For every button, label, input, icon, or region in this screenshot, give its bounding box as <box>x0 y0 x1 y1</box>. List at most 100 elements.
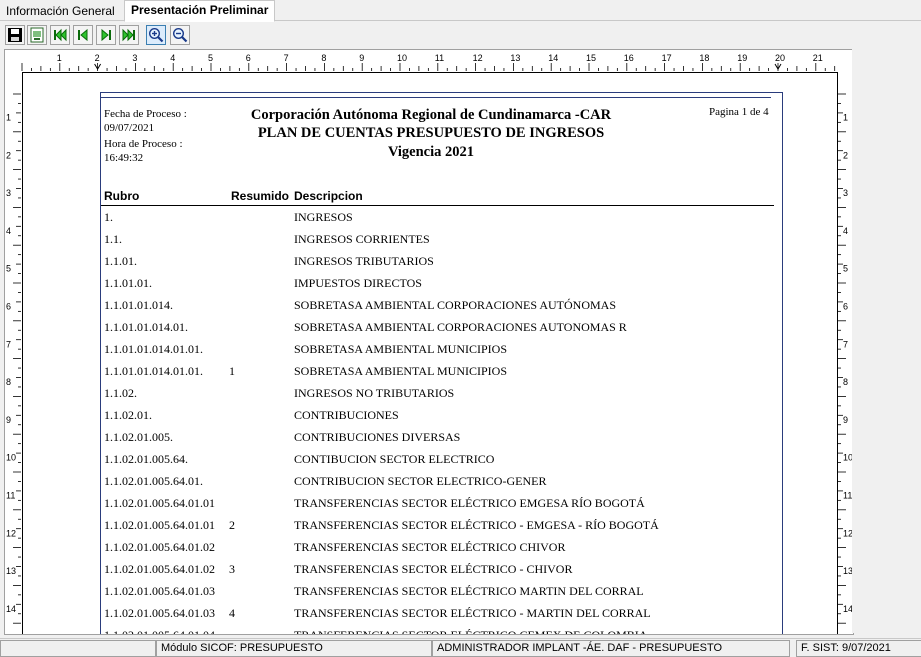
column-header-resumido: Resumido <box>231 189 290 203</box>
ruler-label: 4 <box>843 226 848 236</box>
table-row: 1.1.01.01. IMPUESTOS DIRECTOS <box>101 276 774 292</box>
cell-rubro: 1.1.02.01.005.64.01.01 <box>104 496 215 510</box>
table-row: 1. INGRESOS <box>101 210 774 226</box>
export-button[interactable] <box>27 25 47 45</box>
cell-rubro: 1.1.02.01.005.64. <box>104 452 188 466</box>
column-header-rubro: Rubro <box>104 189 140 203</box>
horizontal-ruler-ticks: 1 2 3 4 5 6 7 8 9 10 11 12 13 14 15 16 17 18 19 20 21 <box>21 53 836 71</box>
table-row: 1.1.02.01.005.64.01.03 4 TRANSFERENCIAS SE… <box>101 606 774 622</box>
cell-rubro: 1.1.01.01.014.01.01. <box>104 364 203 378</box>
table-row: 1.1.01.01.014.01.01. 1 SOBRETASA AMBIENTAL… <box>101 364 774 380</box>
cell-rubro: 1.1.02.01. <box>104 408 152 422</box>
ruler-label: 20 <box>775 53 785 63</box>
ruler-label: 11 <box>843 490 852 500</box>
cell-descripcion: INGRESOS NO TRIBUTARIOS <box>294 386 455 400</box>
table-row: 1.1.02.01.005.64.01.02 TRANSFERENCIAS SEC… <box>101 540 774 556</box>
ruler-label: 1 <box>6 112 11 122</box>
cell-descripcion: TRANSFERENCIAS SECTOR ELÉCTRICO CEMEX DE… <box>294 628 648 635</box>
ruler-label: 16 <box>624 53 634 63</box>
zoom-in-button[interactable] <box>146 25 166 45</box>
tab-informacion-general[interactable]: Información General <box>0 3 121 20</box>
ruler-label: 11 <box>6 490 15 500</box>
ruler-label: 13 <box>510 53 520 63</box>
cell-descripcion: CONTRIBUCION SECTOR ELECTRICO-GENER <box>294 474 547 488</box>
zoom-out-button[interactable] <box>170 25 190 45</box>
cell-resumido: 1 <box>229 364 235 378</box>
cell-rubro: 1.1.02. <box>104 386 137 400</box>
cell-rubro: 1.1.02.01.005.64.01.03 <box>104 584 215 598</box>
status-bar: Módulo SICOF: PRESUPUESTO ADMINISTRADOR … <box>0 638 921 657</box>
previous-page-button[interactable] <box>73 25 93 45</box>
cell-rubro: 1.1.02.01.005.64.01. <box>104 474 203 488</box>
page-counter: Pagina 1 de 4 <box>709 106 769 118</box>
ruler-label: 5 <box>6 264 11 274</box>
fecha-proceso-label: Fecha de Proceso : <box>104 108 187 120</box>
ruler-label: 11 <box>435 53 444 63</box>
ruler-label: 5 <box>208 53 213 63</box>
ruler-label: 19 <box>737 53 747 63</box>
ruler-label: 1 <box>57 53 62 63</box>
ruler-label: 14 <box>548 53 558 63</box>
table-row: 1.1. INGRESOS CORRIENTES <box>101 232 774 248</box>
cell-rubro: 1.1.01.01. <box>104 276 152 290</box>
report-title-org: Corporación Autónoma Regional de Cundina… <box>250 107 612 123</box>
tab-presentacion-preliminar[interactable]: Presentación Preliminar <box>124 0 276 22</box>
table-row: 1.1.02.01.005.64.01.01 2 TRANSFERENCIAS SE… <box>101 518 774 534</box>
table-row: 1.1.02.01.005.64.01.03 TRANSFERENCIAS SEC… <box>101 584 774 600</box>
table-row: 1.1.01.01.014. SOBRETASA AMBIENTAL CORPOR… <box>101 298 774 314</box>
report-page: Fecha de Proceso : 09/07/2021 Hora de Pr… <box>100 92 783 635</box>
table-row: 1.1.02.01.005.64.01.02 3 TRANSFERENCIAS SE… <box>101 562 774 578</box>
cell-descripcion: IMPUESTOS DIRECTOS <box>294 276 422 290</box>
status-date: F. SIST: 9/07/2021 <box>796 640 921 657</box>
next-page-button[interactable] <box>96 25 116 45</box>
ruler-label: 2 <box>6 150 11 160</box>
report-preview-pane[interactable]: 1 2 3 4 5 6 7 8 9 10 11 12 13 14 15 16 17 18 19 20 21 123456… <box>4 49 854 635</box>
table-row: 1.1.02.01.005.64.01. CONTRIBUCION SECTOR … <box>101 474 774 490</box>
ruler-label: 9 <box>6 415 11 425</box>
ruler-label: 4 <box>170 53 175 63</box>
header-rule <box>101 205 774 206</box>
table-row: 1.1.02. INGRESOS NO TRIBUTARIOS <box>101 386 774 402</box>
cell-descripcion: TRANSFERENCIAS SECTOR ELÉCTRICO - CHIVOR <box>294 562 573 576</box>
cell-descripcion: INGRESOS CORRIENTES <box>294 232 430 246</box>
report-title-vigencia: Vigencia 2021 <box>387 144 475 160</box>
ruler-label: 12 <box>6 528 16 538</box>
cell-rubro: 1.1.02.01.005.64.01.02 <box>104 562 215 576</box>
table-row: 1.1.01. INGRESOS TRIBUTARIOS <box>101 254 774 270</box>
ruler-label: 2 <box>95 53 100 63</box>
cell-rubro: 1.1.02.01.005.64.01.02 <box>104 540 215 554</box>
ruler-label: 15 <box>586 53 596 63</box>
report-title-plan: PLAN DE CUENTAS PRESUPUESTO DE INGRESOS <box>257 125 605 141</box>
cell-descripcion: CONTRIBUCIONES <box>294 408 399 422</box>
table-row: 1.1.02.01.005. CONTRIBUCIONES DIVERSAS <box>101 430 774 446</box>
ruler-label: 8 <box>843 377 848 387</box>
status-user: ADMINISTRADOR IMPLANT -ÁE. DAF - PRESUPU… <box>432 640 790 657</box>
zoom-out-icon <box>172 27 188 43</box>
vertical-ruler-ticks: 123456789101112131415 <box>6 93 21 624</box>
ruler-label: 13 <box>6 566 16 576</box>
ruler-label: 2 <box>843 150 848 160</box>
ruler-label: 10 <box>397 53 407 63</box>
table-row: 1.1.02.01.005.64.01.04 TRANSFERENCIAS SEC… <box>101 628 774 635</box>
first-page-button[interactable] <box>50 25 70 45</box>
ruler-label: 7 <box>843 339 848 349</box>
tab-bar: Información General Presentación Prelimi… <box>0 0 921 22</box>
ruler-label: 9 <box>359 53 364 63</box>
cell-resumido: 2 <box>229 518 235 532</box>
cell-rubro: 1.1.02.01.005.64.01.03 <box>104 606 215 620</box>
ruler-label: 18 <box>699 53 709 63</box>
ruler-label: 1 <box>843 112 848 122</box>
ruler-label: 3 <box>132 53 137 63</box>
ruler-label: 17 <box>662 53 672 63</box>
last-page-button[interactable] <box>119 25 139 45</box>
cell-descripcion: TRANSFERENCIAS SECTOR ELÉCTRICO CHIVOR <box>294 540 566 554</box>
horizontal-ruler: 1 2 3 4 5 6 7 8 9 10 11 12 13 14 15 16 17 18 19 20 21 <box>5 50 853 73</box>
next-page-icon <box>101 28 111 42</box>
cell-descripcion: TRANSFERENCIAS SECTOR ELÉCTRICO MARTIN D… <box>294 584 644 598</box>
preview-right-margin <box>852 49 921 633</box>
ruler-label: 6 <box>843 301 848 311</box>
table-row: 1.1.02.01.005.64. CONTIBUCION SECTOR ELEC… <box>101 452 774 468</box>
hora-proceso-label: Hora de Proceso : <box>104 138 183 150</box>
save-button[interactable] <box>5 25 25 45</box>
ruler-label: 21 <box>813 53 823 63</box>
